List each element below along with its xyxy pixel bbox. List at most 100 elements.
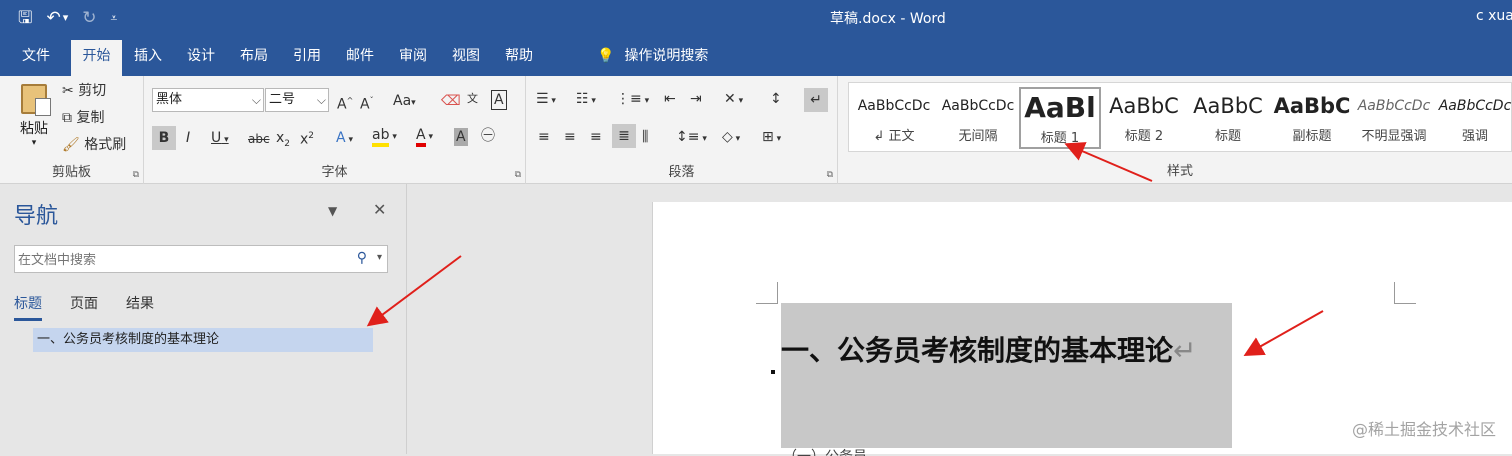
redo-icon[interactable]: ↻ (82, 7, 96, 29)
style-subtle-emphasis[interactable]: AaBbCcDc 不明显强调 (1353, 87, 1435, 149)
strikethrough-button[interactable]: abc (248, 130, 270, 148)
nav-options-icon[interactable]: ▼ (328, 204, 337, 218)
italic-button[interactable]: I (186, 129, 190, 147)
tab-help[interactable]: 帮助 (497, 40, 541, 76)
document-page[interactable]: 一、公务员考核制度的基本理论↵ （一）公务员 @稀土掘金技术社区 (652, 202, 1512, 456)
tab-layout[interactable]: 布局 (232, 40, 276, 76)
search-icon[interactable]: ⚲ (357, 250, 367, 266)
styles-group-label: 样式 (1166, 164, 1193, 179)
title-bar: 🖫 ↶ ▾ ↻ ⩡ 草稿.docx - Word c xuan (0, 0, 1512, 36)
tell-me-search[interactable]: 💡 操作说明搜索 (597, 40, 708, 72)
font-name-combo[interactable]: 黑体 ⌵ (152, 88, 264, 112)
search-dropdown-icon[interactable]: ▾ (377, 252, 382, 263)
cut-label: 剪切 (78, 83, 107, 99)
chinese-layout-icon[interactable]: ✕ ▾ (724, 90, 743, 110)
show-formatting-marks-icon[interactable]: ↵ (804, 88, 828, 112)
paste-button[interactable]: 粘贴 ▾ (12, 82, 56, 156)
highlight-color-icon[interactable]: ab ▾ (372, 126, 397, 147)
character-border-icon[interactable]: A (491, 90, 507, 110)
undo-icon[interactable]: ↶ (46, 7, 60, 29)
tab-file[interactable]: 文件 (14, 40, 58, 76)
font-name-value: 黑体 (156, 92, 183, 107)
style-subtitle[interactable]: AaBbC 副标题 (1271, 87, 1353, 149)
nav-tab-headings[interactable]: 标题 (14, 293, 42, 321)
bold-button[interactable]: B (152, 126, 176, 150)
search-input[interactable] (15, 246, 335, 272)
font-size-combo[interactable]: 二号 ⌵ (265, 88, 329, 112)
format-painter-button[interactable]: 🖌 格式刷 (62, 136, 126, 154)
tab-references[interactable]: 引用 (285, 40, 329, 76)
sort-icon[interactable]: ↕ (770, 90, 782, 108)
undo-dropdown-icon[interactable]: ▾ (63, 7, 69, 29)
distributed-icon[interactable]: ⫼ (642, 128, 648, 146)
paragraph-group-label: 段落 (668, 165, 695, 180)
document-subheading: （一）公务员 (783, 446, 867, 456)
style-emphasis[interactable]: AaBbCcDc 强调 (1437, 87, 1512, 149)
tab-view[interactable]: 视图 (444, 40, 488, 76)
style-name: 副标题 (1292, 129, 1332, 144)
align-center-icon[interactable]: ≡ (564, 128, 576, 146)
tab-design[interactable]: 设计 (179, 40, 223, 76)
align-right-icon[interactable]: ≡ (590, 128, 602, 146)
font-launcher-icon[interactable]: ⧉ (515, 170, 521, 180)
watermark: @稀土掘金技术社区 (1351, 420, 1496, 439)
tab-review[interactable]: 审阅 (391, 40, 435, 76)
cut-button[interactable]: ✂ 剪切 (62, 82, 106, 100)
style-preview: AaBbCcDc (1438, 98, 1512, 114)
style-name: 标题 1 (1040, 131, 1080, 146)
decrease-indent-icon[interactable]: ⇤ (664, 90, 676, 108)
justify-icon[interactable]: ≣ (612, 124, 636, 148)
nav-heading-item[interactable]: 一、公务员考核制度的基本理论 (33, 328, 373, 352)
style-heading-2[interactable]: AaBbC 标题 2 (1103, 87, 1185, 149)
nav-tab-pages[interactable]: 页面 (70, 293, 98, 313)
align-left-icon[interactable]: ≡ (538, 128, 550, 146)
clipboard-icon (21, 84, 51, 116)
multilevel-list-icon[interactable]: ⋮≡ ▾ (616, 90, 649, 110)
heading-text: 一、公务员考核制度的基本理论 (781, 334, 1174, 367)
paragraph-launcher-icon[interactable]: ⧉ (827, 170, 833, 180)
copy-icon: ⧉ (62, 110, 72, 126)
enclose-characters-icon[interactable]: ㊀ (481, 127, 495, 145)
subscript-button[interactable]: x2 (276, 129, 290, 153)
grow-font-icon[interactable]: A^ (337, 92, 353, 114)
style-title[interactable]: AaBbC 标题 (1187, 87, 1269, 149)
underline-button[interactable]: U ▾ (211, 129, 229, 149)
close-icon[interactable]: ✕ (373, 200, 386, 219)
user-name[interactable]: c xuan (1476, 8, 1512, 24)
style-name: 不明显强调 (1361, 129, 1427, 144)
style-preview: AaBbCcDc (1357, 98, 1431, 114)
nav-search-box[interactable]: ⚲ ▾ (14, 245, 388, 273)
clear-formatting-icon[interactable]: ⌫ (441, 92, 461, 110)
lightbulb-icon: 💡 (597, 48, 615, 64)
character-shading-icon[interactable]: A (454, 128, 468, 146)
crop-mark-right (1394, 282, 1416, 304)
increase-indent-icon[interactable]: ⇥ (690, 90, 702, 108)
style-normal[interactable]: AaBbCcDc ↲ 正文 (853, 87, 935, 149)
shading-icon[interactable]: ◇ ▾ (722, 128, 740, 148)
style-heading-1[interactable]: AaBl 标题 1 (1019, 87, 1101, 149)
tab-mailings[interactable]: 邮件 (338, 40, 382, 76)
style-no-spacing[interactable]: AaBbCcDc 无间隔 (937, 87, 1019, 149)
change-case-icon[interactable]: Aa▾ (393, 92, 416, 112)
borders-icon[interactable]: ⊞ ▾ (762, 128, 781, 148)
superscript-button[interactable]: x2 (300, 127, 314, 149)
document-heading[interactable]: 一、公务员考核制度的基本理论↵ (781, 329, 1196, 369)
document-heading-selection[interactable]: 一、公务员考核制度的基本理论↵ (781, 303, 1232, 448)
font-color-icon[interactable]: A ▾ (416, 126, 433, 147)
nav-tab-results[interactable]: 结果 (126, 293, 154, 313)
tab-home[interactable]: 开始 (71, 40, 122, 76)
text-effects-icon[interactable]: A ▾ (336, 129, 353, 149)
numbering-icon[interactable]: ☷ ▾ (576, 90, 596, 110)
font-size-value: 二号 (269, 92, 296, 107)
bullets-icon[interactable]: ☰ ▾ (536, 90, 556, 110)
clipboard-launcher-icon[interactable]: ⧉ (133, 170, 139, 180)
shrink-font-icon[interactable]: Aˇ (360, 92, 374, 114)
save-icon[interactable]: 🖫 (18, 7, 32, 29)
ribbon: 粘贴 ▾ ✂ 剪切 ⧉ 复制 🖌 格式刷 剪贴板 ⧉ 黑体 ⌵ 二号 ⌵ A^ … (0, 76, 1512, 184)
copy-button[interactable]: ⧉ 复制 (62, 109, 104, 127)
customize-qat-icon[interactable]: ⩡ (111, 7, 118, 29)
line-spacing-icon[interactable]: ↕≡ ▾ (676, 128, 707, 148)
phonetic-guide-icon[interactable]: 文 (467, 90, 478, 108)
format-painter-label: 格式刷 (84, 137, 127, 153)
tab-insert[interactable]: 插入 (126, 40, 170, 76)
